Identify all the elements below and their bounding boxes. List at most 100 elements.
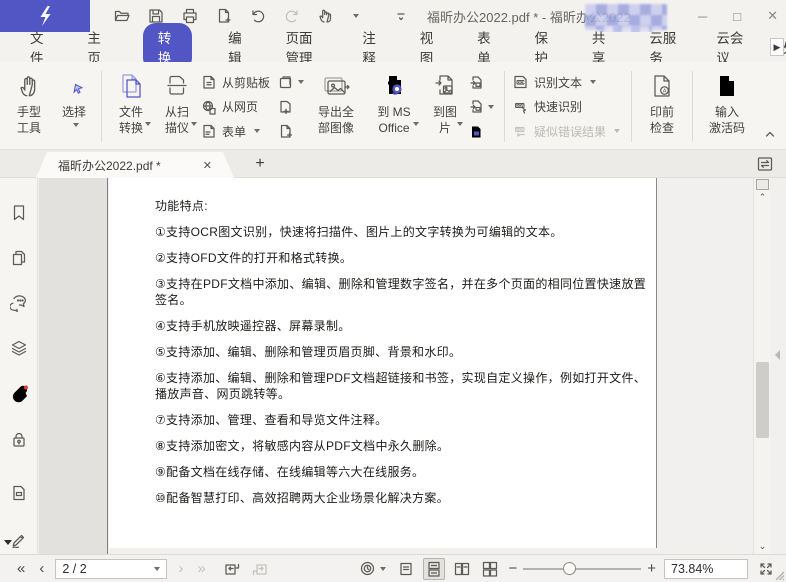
suspected-errors-label: 疑似错误结果 (534, 124, 607, 139)
scanner-icon (164, 70, 190, 102)
sidebar-more-icon[interactable] (4, 540, 12, 545)
single-page-view-icon[interactable] (395, 558, 417, 580)
to-other-2-button[interactable] (468, 96, 498, 118)
create-blank-button[interactable] (278, 120, 306, 142)
select-caret-icon (72, 122, 79, 127)
insert-pages-button[interactable] (278, 96, 306, 118)
ribbon-separator (631, 71, 632, 142)
form-button[interactable]: 表单 (201, 120, 275, 142)
previous-page-icon[interactable]: ‹ (32, 561, 51, 576)
to-ms-office-button[interactable]: 到 MS Office (365, 67, 423, 146)
to-other-3-button[interactable] (468, 120, 498, 142)
file-convert-button[interactable]: 文件 转换 (107, 67, 155, 146)
page-display: 2 / 2 (62, 561, 87, 576)
doc-line: ⑧支持添加密文，将敏感内容从PDF文档中永久删除。 (155, 439, 450, 453)
vertical-scrollbar[interactable]: ⌃ ⌄ (753, 178, 770, 554)
touch-mode-caret-icon[interactable] (353, 14, 359, 18)
svg-text:A: A (663, 89, 667, 95)
activation-key-icon (714, 70, 740, 102)
zoom-slider[interactable] (523, 559, 642, 579)
comments-icon[interactable] (9, 293, 29, 313)
convert-mini-group (467, 67, 499, 146)
from-clipboard-button[interactable]: 从剪贴板 (201, 71, 275, 93)
maximize-icon[interactable]: □ (733, 9, 741, 24)
tab-close-icon[interactable]: ✕ (203, 159, 212, 172)
recognize-text-caret-icon (590, 80, 597, 84)
security-icon[interactable] (9, 430, 29, 450)
signature-icon[interactable] (9, 530, 29, 550)
minimize-icon[interactable]: ─ (698, 9, 707, 24)
quick-recognize-button[interactable]: OCR 快速识别 (512, 96, 624, 118)
suspected-errors-button[interactable]: OCR 疑似错误结果 (512, 120, 624, 142)
create-pdf-icon[interactable] (214, 6, 234, 26)
from-web-button[interactable]: 从网页 (201, 96, 275, 118)
select-text-icon (62, 70, 86, 102)
customize-toolbar-icon[interactable] (391, 6, 411, 26)
create-mini-group (277, 67, 307, 146)
reading-assistant-icon[interactable] (356, 558, 378, 580)
ribbon-collapse-icon[interactable] (764, 128, 776, 142)
redo-icon[interactable] (282, 6, 302, 26)
tab-overflow-arrow-icon[interactable]: ▶ (770, 38, 784, 56)
document-tab[interactable]: 福昕办公2022.pdf * ✕ (36, 152, 234, 178)
continuous-facing-view-icon[interactable] (479, 558, 501, 580)
hand-tool-button[interactable]: 手型 工具 (6, 67, 52, 146)
svg-text:OCR: OCR (516, 103, 524, 107)
zoom-percent-box[interactable]: 73.84% (664, 558, 748, 579)
activation-code-button[interactable]: 输入 激活码 (698, 67, 756, 146)
destinations-icon[interactable] (9, 483, 29, 503)
first-page-icon[interactable]: « (10, 561, 32, 576)
doc-heading: 功能特点: (155, 199, 208, 213)
select-button[interactable]: 选择 (52, 67, 96, 146)
bookmark-icon[interactable] (9, 203, 29, 223)
continuous-view-icon[interactable] (423, 557, 446, 580)
touch-mode-icon[interactable] (316, 6, 336, 26)
to-ms-office-caret-icon (413, 122, 419, 127)
facing-view-icon[interactable] (451, 558, 473, 580)
foxit-window: 福昕办公2022.pdf * - 福昕办公2022 ─ □ ✕ 文件 主页 转换… (0, 0, 786, 582)
layers-icon[interactable] (9, 338, 29, 358)
to-image-label: 到图 片 (432, 105, 457, 135)
close-icon[interactable]: ✕ (767, 8, 778, 24)
zoom-in-icon[interactable]: + (643, 560, 660, 577)
previous-view-icon[interactable] (221, 558, 243, 580)
recognize-text-button[interactable]: OCR 识别文本 (512, 71, 624, 93)
scroll-down-icon[interactable]: ⌄ (754, 541, 771, 552)
next-page-icon[interactable]: › (171, 561, 190, 576)
attachment-icon[interactable] (9, 383, 29, 403)
status-bar: « ‹ 2 / 2 › » − + 73.84% (0, 554, 786, 582)
undo-icon[interactable] (248, 6, 268, 26)
preflight-button[interactable]: A 印前 检查 (637, 67, 687, 146)
to-other-button[interactable] (468, 71, 498, 93)
main-area: 功能特点: ①支持OCR图文识别，快速将扫描件、图片上的文字转换为可编辑的文本。… (0, 178, 786, 554)
new-tab-button[interactable]: + (250, 154, 270, 174)
next-view-icon[interactable] (249, 558, 271, 580)
last-page-icon[interactable]: » (190, 561, 212, 576)
export-all-images-button[interactable]: 导出全 部图像 (307, 67, 365, 146)
zoom-out-icon[interactable]: − (504, 560, 521, 577)
quick-recognize-label: 快速识别 (534, 100, 583, 114)
right-panel-handle-icon[interactable] (775, 350, 780, 360)
scroll-up-icon[interactable]: ⌃ (754, 192, 771, 203)
combine-files-button[interactable] (278, 71, 306, 93)
zoom-slider-thumb[interactable] (563, 561, 577, 575)
scrollbar-split-box[interactable] (756, 179, 769, 190)
reading-assistant-caret-icon[interactable] (380, 566, 387, 571)
scrollbar-thumb[interactable] (756, 362, 769, 438)
from-scanner-label: 从扫 描仪 (164, 105, 189, 135)
preflight-label: 印前 检查 (649, 105, 674, 135)
to-ms-office-label: 到 MS Office (377, 105, 411, 135)
page-number-box[interactable]: 2 / 2 (55, 558, 168, 579)
from-scanner-button[interactable]: 从扫 描仪 (155, 67, 199, 146)
svg-text:OCR: OCR (517, 81, 525, 85)
pages-icon[interactable] (9, 248, 29, 268)
zoom-slider-track[interactable] (523, 567, 642, 570)
preflight-icon: A (649, 70, 675, 102)
combine-caret-icon (298, 80, 304, 84)
tab-switch-icon[interactable] (754, 153, 776, 175)
ribbon-separator (101, 71, 102, 142)
hand-tool-label: 手型 工具 (16, 105, 41, 135)
to-image-button[interactable]: 到图 片 (423, 67, 467, 146)
open-icon[interactable] (112, 6, 132, 26)
resize-grip-icon[interactable] (771, 567, 785, 581)
